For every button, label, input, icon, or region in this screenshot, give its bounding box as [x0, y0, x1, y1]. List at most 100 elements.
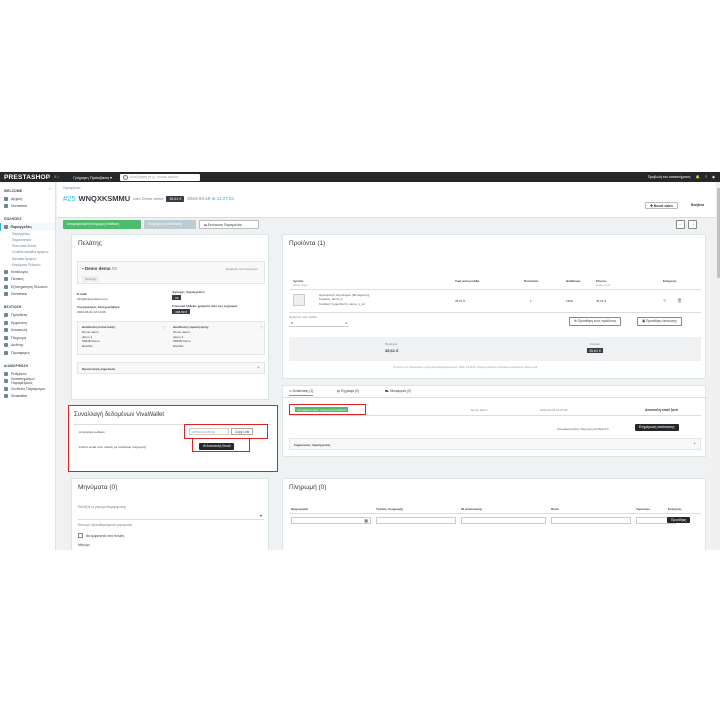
- edit-invoice-icon[interactable]: ⋮: [260, 325, 263, 329]
- view-details-link[interactable]: Προβολή λεπτομερειών: [226, 267, 258, 271]
- shipping-icon: [4, 328, 8, 333]
- private-note-label: Προσωπική σημείωση: [82, 367, 116, 371]
- grand-total-label: Σύνολο: [590, 342, 600, 346]
- transaction-id-input[interactable]: [461, 517, 546, 524]
- print-order-button[interactable]: 🖶 Εκτύπωση Παραγγελίας: [199, 220, 259, 229]
- sidebar-item[interactable]: Πρόσθετα: [0, 311, 55, 319]
- template-dropdown-icon[interactable]: ▾: [260, 513, 262, 518]
- vivawallet-title: Συναλλαγή δεδομένων VivaWallet: [74, 412, 165, 418]
- sidebar-item-label: Εμφάνιση: [11, 320, 27, 325]
- order-reference: WNQXKSMMU: [78, 194, 131, 203]
- per-page-select[interactable]: 8 ▾: [289, 321, 349, 327]
- boost-sales-button[interactable]: ✚ Boost sales: [645, 202, 678, 209]
- update-status-button[interactable]: Ενημέρωση κατάστασης: [144, 220, 196, 229]
- add-discount-button[interactable]: ▣ Προσθήκη έκπτωσης: [637, 317, 682, 326]
- payment-col-header: ID συναλλαγής: [461, 507, 483, 511]
- sidebar-item-label: Πελάτες: [11, 277, 24, 282]
- tab-carriers[interactable]: ⛟ Μεταφορείς (0): [385, 389, 411, 394]
- addresses-box: Διεύθυνση αποστολής: Demo demo demo 1 5464…: [77, 321, 265, 355]
- sidebar-item[interactable]: Αποστολή: [0, 326, 55, 334]
- payment-icon: [4, 335, 8, 340]
- sidebar-item[interactable]: Παραγγελίες: [0, 223, 55, 231]
- sidebar-item[interactable]: Προσφορές: [0, 349, 55, 357]
- sidebar-item[interactable]: Σύνθετες Παράμετροι: [0, 385, 55, 393]
- history-employee: Demo Demo: [471, 408, 488, 412]
- sidebar-item[interactable]: Πληρωμή: [0, 334, 55, 342]
- sidebar-item-label: Εξυπηρέτηση Πελατών: [11, 284, 48, 289]
- order-notes-row[interactable]: Σημειώσεις παραγγελίας +: [289, 438, 701, 450]
- payment-date-input[interactable]: ▦: [291, 517, 371, 524]
- sidebar-item[interactable]: Στατιστικά: [0, 203, 55, 211]
- scrollbar-thumb[interactable]: [716, 188, 720, 278]
- help-icon[interactable]: ?: [705, 175, 707, 179]
- resend-email-button[interactable]: Αποστολή email ξανά: [645, 408, 678, 412]
- show-to-customer-checkbox[interactable]: [78, 533, 83, 538]
- add-payment-button[interactable]: Προσθήκη: [667, 517, 691, 523]
- tab-documents[interactable]: ▤ Έγγραφα (0): [337, 389, 359, 393]
- status-bar: Απομακρυσμένη πληρωμή αποδεκτή Ενημέρωση…: [63, 220, 259, 229]
- delete-product-icon[interactable]: 🗑: [677, 298, 682, 303]
- sidebar-item-label: Διεθνής: [11, 343, 24, 348]
- edit-shipping-icon[interactable]: ⋮: [163, 325, 166, 329]
- prev-order-icon[interactable]: ←: [676, 220, 686, 229]
- payment-method-input[interactable]: [376, 517, 456, 524]
- scrollbar[interactable]: [716, 182, 720, 550]
- sidebar-item[interactable]: Στατιστικά: [0, 291, 55, 299]
- order-content: Απομακρυσμένη πληρωμή αποδεκτή Ενημέρωση…: [57, 220, 720, 550]
- private-note-row[interactable]: Προσωπική σημείωση +: [77, 362, 265, 374]
- products-col-header: Διαθέσιμο: [566, 279, 581, 283]
- user-icon[interactable]: ◉: [712, 175, 715, 179]
- customer-name: ▪ Demo demo #3: [82, 266, 117, 271]
- breadcrumb[interactable]: Παραγγελίες: [63, 186, 81, 190]
- notifications-icon[interactable]: 🔔: [696, 175, 700, 179]
- order-number: #25: [63, 194, 76, 203]
- tax-note: Για αυτήν την παραγγελία η τιμή καταγράφ…: [393, 366, 539, 369]
- payment-col-header: Τρόπος πληρωμής: [376, 507, 404, 511]
- add-order-note-icon[interactable]: +: [693, 441, 696, 447]
- sidebar: « WELCOME Αρχική Στατιστικά ΠΩΛΗΣΕΙΣ Παραγγε…: [0, 182, 56, 550]
- version-label: 8.1: [54, 175, 60, 179]
- sidebar-item[interactable]: Πελάτες: [0, 276, 55, 284]
- prestashop-logo[interactable]: PRESTASHOP: [4, 174, 50, 181]
- sidebar-item[interactable]: Vivawallet: [0, 393, 55, 401]
- view-shop-link[interactable]: Προβολή του καταστήματος: [648, 175, 691, 179]
- sidebar-item[interactable]: Εξυπηρέτηση Πελατών: [0, 283, 55, 291]
- template-hint[interactable]: Επιλογή προκαθορισμένου μηνύματος: [78, 523, 132, 527]
- collapse-sidebar-icon[interactable]: «: [49, 186, 51, 191]
- totals-box: Προϊόντα 35,61 € Σύνολο 35,61 €: [289, 337, 701, 361]
- amount-input[interactable]: [551, 517, 631, 524]
- add-product-button[interactable]: ⊕ Προσθήκη ενός προϊόντος: [569, 317, 622, 326]
- viva-icon: [4, 394, 8, 399]
- sidebar-item[interactable]: Αρχική: [0, 195, 55, 203]
- quick-access-dropdown[interactable]: Γρήγορη Πρόσβαση ▾: [73, 175, 112, 180]
- products-col-header: Σύνολο: [596, 279, 607, 283]
- add-note-icon[interactable]: +: [257, 365, 260, 371]
- valid-orders-badge: 36: [172, 295, 182, 300]
- sidebar-item-label: Στατιστικά: [11, 204, 27, 209]
- sidebar-item[interactable]: Εμφάνιση: [0, 319, 55, 327]
- sidebar-item-label: Ρυθμίσεις: [11, 371, 27, 376]
- help-button[interactable]: Βοήθεια: [687, 202, 709, 209]
- history-update-button[interactable]: Ενημέρωση κατάστασης: [635, 424, 679, 431]
- customer-email[interactable]: info@foproprietor.com: [77, 297, 107, 301]
- page-title: #25 WNQXKSMMU από Demo demo 35,61 € 2024…: [63, 194, 234, 203]
- product-qty: 1: [530, 299, 532, 303]
- next-order-icon[interactable]: →: [688, 220, 698, 229]
- order-total-badge: 35,61 €: [166, 195, 185, 202]
- sidebar-item[interactable]: Κατάλογος: [0, 268, 55, 276]
- tab-status[interactable]: ⊙ Κατάσταση (1): [289, 389, 314, 396]
- products-subtotal-label: Προϊόντα: [385, 342, 398, 346]
- sidebar-item[interactable]: Διεθνής: [0, 342, 55, 350]
- payment-col-header: Ποσό: [551, 507, 559, 511]
- sidebar-item[interactable]: Καταστημάτων Παραμέτρους: [0, 377, 55, 385]
- edit-product-icon[interactable]: ✎: [663, 298, 666, 303]
- sidebar-section-title: ΠΩΛΗΣΕΙΣ: [4, 217, 22, 222]
- product-info[interactable]: Ημιπαράχτο Ξενοδοχείο (Μετάφραση) Κωδικό…: [319, 293, 369, 306]
- history-status-select[interactable]: Απομακρυσμένη πληρωμή αποδεκτή ▾: [557, 427, 609, 431]
- order-status-select[interactable]: Απομακρυσμένη πληρωμή αποδεκτή: [63, 220, 141, 229]
- products-col-header: προϊόν: [293, 279, 304, 283]
- show-to-customer-label: Να εμφανιστεί στον πελάτη: [86, 534, 125, 538]
- sidebar-item-label: Στατιστικά: [11, 292, 27, 297]
- search-input[interactable]: Αναζήτηση (π.χ.: όνομα προϊόν: [120, 173, 201, 181]
- advanced-icon: [4, 386, 8, 391]
